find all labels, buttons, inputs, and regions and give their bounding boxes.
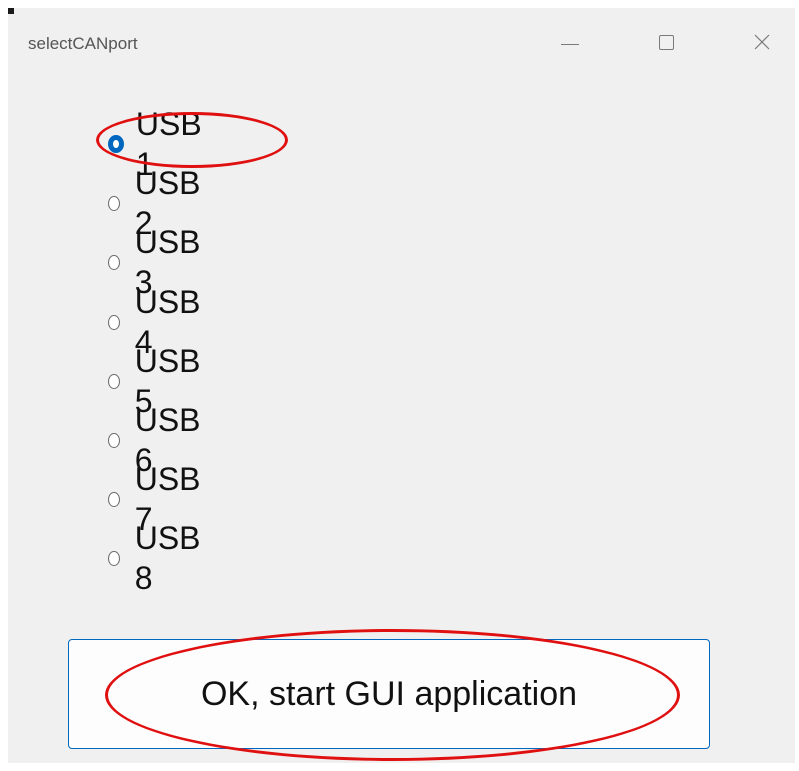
title-bar[interactable]: selectCANport [8,8,795,76]
radio-label: USB 8 [134,520,201,596]
radio-button[interactable] [108,373,120,389]
select-can-port-window: selectCANport USB 1 USB 2 USB 3 USB 4 US… [8,8,795,763]
radio-usb-7[interactable]: USB 7 [108,461,204,537]
ok-button-label: OK, start GUI application [200,674,578,713]
radio-button[interactable] [108,550,120,566]
radio-button[interactable] [108,491,120,507]
maximize-button[interactable] [636,20,696,64]
radio-usb-2[interactable]: USB 2 [108,165,204,241]
close-icon [754,34,770,50]
window-title: selectCANport [28,34,138,53]
radio-button[interactable] [108,195,120,211]
minimize-icon [561,43,579,45]
maximize-icon [658,34,674,50]
radio-usb-3[interactable]: USB 3 [108,224,204,300]
radio-button[interactable] [108,314,120,330]
radio-usb-6[interactable]: USB 6 [108,402,204,478]
radio-button[interactable] [108,432,120,448]
radio-usb-5[interactable]: USB 5 [108,343,204,419]
radio-usb-4[interactable]: USB 4 [108,284,204,360]
radio-usb-8[interactable]: USB 8 [108,520,204,596]
ok-start-gui-button[interactable]: OK, start GUI application [68,639,710,749]
radio-button-selected[interactable] [108,135,124,153]
radio-usb-1[interactable]: USB 1 [108,106,204,182]
radio-button[interactable] [108,254,120,270]
minimize-button[interactable] [540,20,600,64]
close-button[interactable] [732,20,792,64]
